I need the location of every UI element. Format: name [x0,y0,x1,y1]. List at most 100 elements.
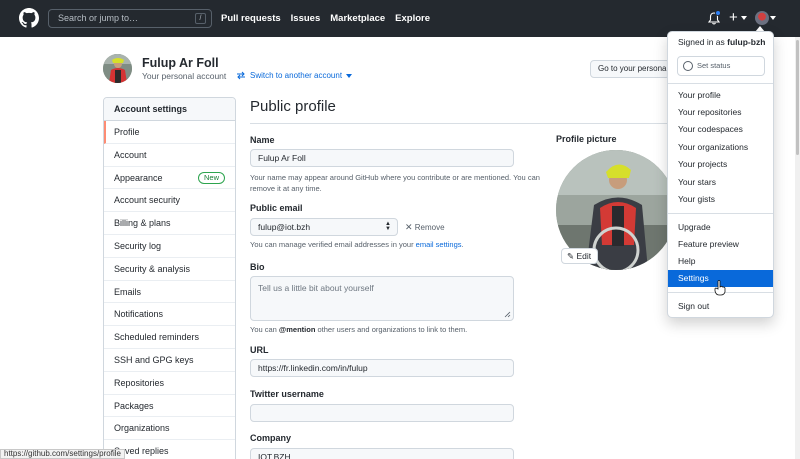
bio-textarea[interactable]: Tell us a little bit about yourself [250,276,514,321]
switch-account-link[interactable]: Switch to another account [236,71,353,80]
sidebar-item-label: Account [114,149,147,160]
email-settings-link[interactable]: email settings [416,240,462,249]
public-email-select[interactable]: fulup@iot.bzh ▲ ▼ [250,218,398,236]
menu-item-your-projects[interactable]: Your projects [668,156,773,173]
nav-marketplace[interactable]: Marketplace [330,13,385,24]
set-status-label: Set status [697,61,731,70]
menu-item-your-gists[interactable]: Your gists [668,191,773,208]
menu-item-feature-preview[interactable]: Feature preview [668,236,773,253]
hand-cursor-icon [714,280,726,296]
sidebar-item-account[interactable]: Account [104,144,235,167]
sidebar-item-label: Organizations [114,423,170,434]
sidebar-item-profile[interactable]: Profile [104,121,235,144]
menu-item-your-codespaces[interactable]: Your codespaces [668,121,773,138]
sidebar-item-label: Security & analysis [114,263,191,274]
settings-sidebar: Account settings Profile Account Appeara… [103,97,236,459]
user-name: Fulup Ar Foll [142,56,219,70]
bio-note: You can @mention other users and organiz… [250,324,467,335]
sidebar-item-label: SSH and GPG keys [114,354,194,365]
nav-issues[interactable]: Issues [291,13,321,24]
goto-profile-button[interactable]: Go to your personal profile [590,60,670,78]
create-new-button[interactable]: + [729,9,738,26]
sidebar-item-label: Profile [114,127,140,137]
signed-in-username: fulup-bzh [727,37,766,47]
signed-in-as: Signed in as fulup-bzh [678,37,765,47]
sidebar-item-label: Scheduled reminders [114,332,200,343]
set-status-button[interactable]: Set status [677,56,765,76]
name-note: Your name may appear around GitHub where… [250,173,540,193]
user-subtitle: Your personal account [142,71,227,81]
github-logo-icon[interactable] [19,8,39,28]
main-nav: Pull requests Issues Marketplace Explore [221,0,440,37]
sidebar-item-emails[interactable]: Emails [104,281,235,304]
new-badge: New [197,171,225,184]
bio-placeholder: Tell us a little bit about yourself [258,283,374,293]
dropdown-divider [668,213,773,214]
sidebar-item-ssh-gpg-keys[interactable]: SSH and GPG keys [104,349,235,372]
sidebar-item-label: Packages [114,400,154,411]
twitter-label: Twitter username [250,389,324,399]
url-field[interactable]: https://fr.linkedin.com/in/fulup [250,359,514,377]
remove-label: Remove [414,223,445,232]
header-avatar[interactable] [755,11,769,25]
pencil-icon: ✎ [567,251,575,261]
menu-item-sign-out[interactable]: Sign out [668,298,773,315]
page-title: Public profile [250,98,336,115]
company-field[interactable]: IOT.BZH [250,448,514,459]
public-email-value: fulup@iot.bzh [258,222,311,232]
smiley-icon [683,61,693,71]
sidebar-item-billing[interactable]: Billing & plans [104,212,235,235]
nav-pull-requests[interactable]: Pull requests [221,13,281,24]
name-field[interactable]: Fulup Ar Foll [250,149,514,167]
twitter-field[interactable] [250,404,514,422]
switch-caret-icon [346,73,353,78]
create-caret-icon [741,16,747,20]
switch-account-label: Switch to another account [250,71,343,80]
sidebar-item-appearance[interactable]: Appearance New [104,167,235,190]
notification-indicator [715,10,721,16]
email-note: You can manage verified email addresses … [250,239,464,250]
sidebar-item-label: Repositories [114,377,165,388]
sidebar-item-label: Emails [114,286,142,297]
sidebar-item-label: Appearance [114,172,163,183]
sidebar-item-label: Notifications [114,309,164,320]
menu-item-your-organizations[interactable]: Your organizations [668,139,773,156]
menu-item-help[interactable]: Help [668,253,773,270]
profile-picture-label: Profile picture [556,134,617,144]
public-email-label: Public email [250,203,303,213]
email-note-text: You can manage verified email addresses … [250,240,416,249]
sidebar-heading: Account settings [104,98,235,121]
remove-email-button[interactable]: ✕ Remove [405,222,445,233]
sidebar-item-repositories[interactable]: Repositories [104,372,235,395]
menu-item-your-profile[interactable]: Your profile [668,87,773,104]
user-avatar [103,54,132,83]
name-label: Name [250,135,275,145]
sidebar-item-account-security[interactable]: Account security [104,189,235,213]
title-divider [250,123,670,124]
sidebar-item-security-analysis[interactable]: Security & analysis [104,258,235,281]
sidebar-item-packages[interactable]: Packages [104,395,235,418]
avatar-caret-icon [770,16,776,20]
search-input[interactable]: Search or jump to… / [48,9,212,28]
menu-item-your-repositories[interactable]: Your repositories [668,104,773,121]
sidebar-item-scheduled-reminders[interactable]: Scheduled reminders [104,326,235,349]
sidebar-item-organizations[interactable]: Organizations [104,417,235,441]
resize-handle-icon[interactable] [504,311,511,318]
menu-item-upgrade[interactable]: Upgrade [668,219,773,236]
email-note-period: . [461,240,464,249]
nav-explore[interactable]: Explore [395,13,430,24]
edit-picture-button[interactable]: ✎ Edit [561,248,598,264]
scrollbar-thumb[interactable] [796,40,799,155]
close-icon: ✕ [405,222,413,232]
menu-item-your-stars[interactable]: Your stars [668,174,773,191]
edit-label: Edit [576,251,592,261]
sidebar-item-label: Account security [114,195,181,206]
sidebar-item-label: Billing & plans [114,218,171,229]
switch-arrows-icon [237,71,245,80]
search-shortcut-key: / [195,13,206,24]
mention-text: @mention [278,325,316,334]
sidebar-item-label: Security log [114,240,162,251]
sidebar-item-security-log[interactable]: Security log [104,235,235,258]
sidebar-item-notifications[interactable]: Notifications [104,303,235,327]
dropdown-divider [668,83,773,84]
